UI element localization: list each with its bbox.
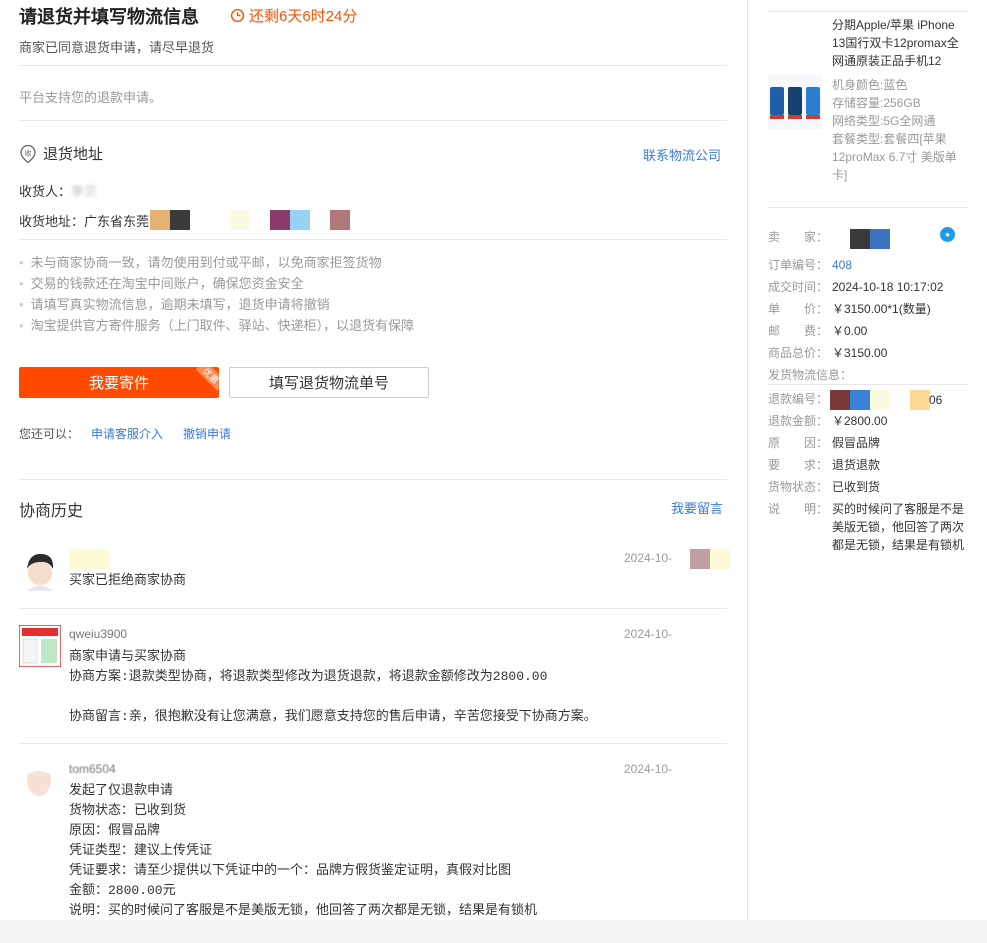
page-title: 请退货并填写物流信息	[19, 7, 199, 27]
tip-item: 未与商家协商一致，请勿使用到付或平邮，以免商家拒签货物	[19, 252, 414, 273]
redacted-username	[69, 549, 109, 569]
unit-price-row: 单 价： ￥3150.00*1(数量)	[768, 302, 931, 316]
redacted-block	[170, 210, 190, 230]
product-specs: 机身颜色:蓝色 存储容量:256GB 网络类型:5G全网通 套餐类型:套餐四[苹…	[832, 76, 962, 184]
order-sidebar: 分期Apple/苹果 iPhone 13国行双卡12promax全网通原装正品手…	[768, 0, 968, 943]
wangwang-chat-icon[interactable]: ●	[940, 227, 955, 242]
tip-item: 请填写真实物流信息，逾期未填写，退货申请将撤销	[19, 294, 414, 315]
return-address-heading: 收 退货地址	[19, 143, 103, 164]
divider	[768, 11, 968, 12]
request-row: 要 求： 退货退款	[768, 458, 881, 472]
entry-time: 2024-10-	[624, 762, 673, 776]
entry-username: tom6504	[69, 762, 116, 776]
tip-item: 淘宝提供官方寄件服务（上门取件、驿站、快递柜），以退货有保障	[19, 315, 415, 336]
request-service-link[interactable]: 申请客服介入	[91, 427, 163, 441]
address-label: 收货地址：	[19, 214, 85, 229]
redacted-block	[850, 390, 870, 410]
redacted-block	[830, 390, 850, 410]
fill-tracking-button[interactable]: 填写退货物流单号	[229, 367, 429, 398]
reason-row: 原 因： 假冒品牌	[768, 436, 881, 450]
address-row: 收货地址：广东省东莞	[19, 211, 149, 230]
entry-text: 商家申请与买家协商 协商方案:退款类型协商，将退款类型修改为退货退款，将退款金额…	[69, 649, 597, 724]
tip-item: 交易的钱款还在淘宝中间账户，确保您资金安全	[19, 273, 414, 294]
main-panel: 请退货并填写物流信息 还剩6天6时24分 商家已同意退货申请，请尽早退货 平台支…	[0, 0, 747, 943]
ship-info-row: 发货物流信息：	[768, 368, 853, 382]
divider	[19, 608, 727, 609]
redacted-block	[850, 229, 870, 249]
redacted-block	[710, 549, 730, 569]
spec-package: 套餐类型:套餐四[苹果12proMax 6.7寸 美版单卡]	[832, 132, 957, 182]
bottom-scroll-area	[0, 920, 987, 943]
redacted-block	[870, 229, 890, 249]
history-entry: 2024-10- 买家已拒绝商家协商	[19, 549, 730, 607]
product-thumbnail[interactable]	[768, 75, 822, 129]
history-entry: tom6504 2024-10- 发起了仅退款申请 货物状态：已收到货 原因：假…	[19, 760, 727, 920]
contact-logistics-link[interactable]: 联系物流公司	[643, 145, 721, 164]
avatar	[27, 553, 54, 591]
note-row: 说 明： 买的时候问了客服是不是美版无锁，他回答了两次都是无锁，结果是有锁机	[768, 502, 965, 552]
location-pin-icon: 收	[20, 144, 36, 163]
entry-username: qweiu3900	[69, 627, 128, 641]
entry-time: 2024-10-	[624, 627, 673, 641]
history-entry: qweiu3900 2024-10- 商家申请与买家协商 协商方案:退款类型协商…	[19, 625, 727, 735]
discount-tag: 优惠	[195, 367, 219, 391]
deal-time-row: 成交时间： 2024-10-18 10:17:02	[768, 280, 944, 294]
platform-note: 平台支持您的退款申请。	[19, 90, 163, 105]
shop-avatar	[19, 625, 61, 667]
tips-list: 未与商家协商一致，请勿使用到付或平邮，以免商家拒签货物 交易的钱款还在淘宝中间账…	[19, 252, 415, 336]
divider	[19, 479, 727, 480]
leave-message-link[interactable]: 我要留言	[671, 498, 723, 517]
goods-status-row: 货物状态： 已收到货	[768, 480, 881, 494]
also-actions: 您还可以： 申请客服介入 撤销申请	[19, 425, 231, 442]
spec-color: 机身颜色:蓝色	[832, 78, 908, 92]
redacted-block	[910, 390, 930, 410]
divider	[19, 65, 727, 66]
svg-text:收: 收	[25, 148, 32, 157]
divider	[19, 743, 727, 744]
spec-network: 网络类型:5G全网通	[832, 114, 936, 128]
refund-amount-row: 退款金额： ￥2800.00	[768, 414, 888, 428]
redacted-block	[690, 549, 710, 569]
divider	[19, 239, 727, 240]
order-no-row: 订单编号： 408	[768, 258, 853, 272]
countdown-text: 还剩6天6时24分	[249, 8, 358, 25]
also-label: 您还可以：	[19, 427, 80, 441]
history-title: 协商历史	[19, 503, 84, 520]
redacted-block	[870, 390, 890, 410]
receiver-value: 李贝	[71, 184, 98, 199]
total-row: 商品总价： ￥3150.00	[768, 346, 888, 360]
redacted-block	[290, 210, 310, 230]
send-package-label: 我要寄件	[88, 375, 149, 392]
spec-storage: 存储容量:256GB	[832, 96, 921, 110]
divider	[768, 384, 968, 385]
status-subtitle: 商家已同意退货申请，请尽早退货	[19, 40, 215, 55]
cancel-request-link[interactable]: 撤销申请	[183, 427, 231, 441]
countdown-timer: 还剩6天6时24分	[230, 5, 357, 26]
entry-time: 2024-10-	[624, 551, 673, 565]
divider	[19, 120, 727, 121]
redacted-block	[330, 210, 350, 230]
clock-icon	[230, 8, 245, 23]
refund-no-suffix: 06	[929, 393, 943, 407]
entry-text: 发起了仅退款申请 货物状态：已收到货 原因：假冒品牌 凭证类型：建议上传凭证 凭…	[69, 783, 538, 918]
divider	[768, 207, 968, 208]
redacted-block	[230, 210, 250, 230]
return-address-title: 退货地址	[43, 146, 104, 163]
address-value: 广东省东莞	[84, 214, 150, 229]
product-name[interactable]: 分期Apple/苹果 iPhone 13国行双卡12promax全网通原装正品手…	[832, 16, 962, 70]
redacted-block	[270, 210, 290, 230]
avatar	[25, 763, 53, 796]
receiver-row: 收货人：李贝	[19, 181, 97, 200]
shipping-row: 邮 费： ￥0.00	[768, 324, 868, 338]
order-no-link[interactable]: 408	[832, 258, 852, 272]
redacted-block	[150, 210, 170, 230]
send-package-button[interactable]: 我要寄件 优惠	[19, 367, 219, 398]
entry-text: 买家已拒绝商家协商	[69, 573, 187, 588]
receiver-label: 收货人：	[19, 184, 72, 199]
panel-divider	[747, 0, 748, 920]
